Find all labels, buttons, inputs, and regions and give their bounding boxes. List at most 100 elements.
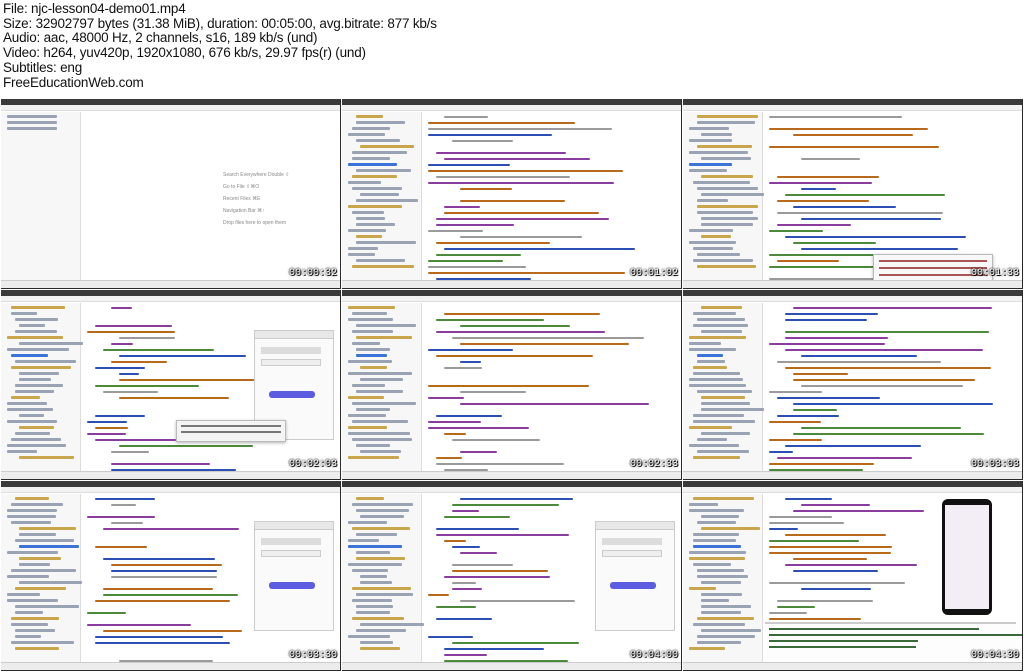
- code-editor[interactable]: [765, 303, 1016, 477]
- project-tree-item[interactable]: [11, 623, 48, 626]
- project-tree-item[interactable]: [7, 450, 38, 453]
- project-tree-item[interactable]: [352, 342, 381, 345]
- project-tree-item[interactable]: [693, 420, 755, 423]
- project-sidebar[interactable]: [683, 112, 765, 280]
- project-tree-item[interactable]: [360, 581, 392, 584]
- video-thumbnail[interactable]: Search Everywhere Double ⇧ Go to File ⇧⌘O…: [1, 99, 341, 289]
- project-tree-item[interactable]: [19, 563, 50, 566]
- project-tree-item[interactable]: [356, 557, 405, 560]
- project-tree-item[interactable]: [352, 265, 415, 268]
- preview-toolbar[interactable]: [255, 522, 333, 530]
- project-tree-item[interactable]: [689, 348, 736, 351]
- project-tree-item[interactable]: [348, 253, 376, 256]
- project-tree-item[interactable]: [348, 563, 403, 566]
- project-tree-item[interactable]: [348, 521, 388, 524]
- project-tree-item[interactable]: [689, 551, 747, 554]
- project-tree-item[interactable]: [693, 259, 753, 262]
- project-tree-item[interactable]: [701, 581, 741, 584]
- project-tree-item[interactable]: [693, 623, 745, 626]
- project-tree-item[interactable]: [19, 533, 56, 536]
- project-tree-item[interactable]: [701, 223, 754, 226]
- project-tree-item[interactable]: [7, 348, 70, 351]
- project-tree-item[interactable]: [7, 593, 40, 596]
- project-tree-item[interactable]: [693, 533, 739, 536]
- project-tree-item[interactable]: [352, 157, 390, 160]
- project-tree-item[interactable]: [356, 509, 409, 512]
- project-tree-item[interactable]: [19, 378, 51, 381]
- project-tree-item[interactable]: [360, 145, 415, 148]
- project-tree-item[interactable]: [11, 569, 76, 572]
- project-tree-item[interactable]: [697, 438, 728, 441]
- project-tree-item[interactable]: [348, 432, 411, 435]
- project-tree-item[interactable]: [19, 414, 45, 417]
- project-tree-item[interactable]: [356, 605, 394, 608]
- project-tree-item[interactable]: [356, 390, 403, 393]
- project-tree-item[interactable]: [689, 444, 740, 447]
- project-tree-item[interactable]: [356, 324, 417, 327]
- project-tree-item[interactable]: [352, 127, 390, 130]
- project-tree-item[interactable]: [11, 312, 38, 315]
- project-tree-item[interactable]: [11, 503, 63, 506]
- ide-toolbar[interactable]: [1, 296, 340, 302]
- project-tree-item[interactable]: [689, 241, 737, 244]
- project-sidebar[interactable]: [342, 112, 422, 280]
- project-tree-item[interactable]: [348, 229, 386, 232]
- project-tree-item[interactable]: [7, 599, 59, 602]
- project-tree-item[interactable]: [7, 515, 57, 518]
- ide-toolbar[interactable]: [342, 487, 681, 493]
- project-tree-item[interactable]: [15, 647, 59, 650]
- project-tree-item[interactable]: [7, 444, 66, 447]
- video-thumbnail[interactable]: 00:03:30: [1, 481, 341, 671]
- project-tree-item[interactable]: [15, 384, 63, 387]
- code-editor[interactable]: [424, 112, 675, 286]
- project-tree-item[interactable]: [352, 402, 417, 405]
- preview-toolbar[interactable]: [596, 522, 674, 530]
- project-tree-item[interactable]: [356, 139, 400, 142]
- project-tree-item[interactable]: [352, 151, 407, 154]
- project-tree-item[interactable]: [7, 121, 57, 124]
- video-thumbnail[interactable]: 00:02:33: [342, 290, 682, 480]
- compose-preview-panel[interactable]: [254, 521, 334, 631]
- project-tree-item[interactable]: [15, 539, 74, 542]
- project-tree-item[interactable]: [697, 121, 755, 124]
- project-tree-item[interactable]: [697, 211, 753, 214]
- video-thumbnail[interactable]: 00:02:03: [1, 290, 341, 480]
- project-tree-item[interactable]: [352, 312, 387, 315]
- project-tree-item[interactable]: [348, 545, 403, 548]
- project-tree-item[interactable]: [19, 545, 79, 548]
- project-tree-item[interactable]: [360, 378, 403, 381]
- project-tree-item[interactable]: [19, 324, 45, 327]
- project-tree-item[interactable]: [701, 235, 732, 238]
- project-tree-item[interactable]: [352, 187, 402, 190]
- project-tree-item[interactable]: [356, 241, 416, 244]
- project-tree-item[interactable]: [697, 205, 759, 208]
- project-tree-item[interactable]: [348, 360, 393, 363]
- project-tree-item[interactable]: [701, 527, 760, 530]
- project-tree-item[interactable]: [693, 181, 750, 184]
- project-tree-item[interactable]: [693, 312, 737, 315]
- video-thumbnail[interactable]: 00:03:03: [683, 290, 1023, 480]
- project-tree-item[interactable]: [356, 115, 384, 118]
- project-tree-item[interactable]: [352, 587, 411, 590]
- project-tree-item[interactable]: [7, 551, 58, 554]
- project-tree-item[interactable]: [701, 330, 742, 333]
- project-tree-item[interactable]: [360, 450, 402, 453]
- project-tree-item[interactable]: [348, 205, 402, 208]
- project-tree-item[interactable]: [356, 217, 385, 220]
- project-tree-item[interactable]: [348, 372, 412, 375]
- project-tree-item[interactable]: [356, 199, 419, 202]
- project-tree-item[interactable]: [15, 605, 80, 608]
- project-tree-item[interactable]: [11, 396, 40, 399]
- project-tree-item[interactable]: [689, 169, 727, 172]
- project-tree-item[interactable]: [697, 390, 753, 393]
- project-tree-item[interactable]: [348, 306, 396, 309]
- project-tree-item[interactable]: [689, 384, 747, 387]
- project-tree-item[interactable]: [352, 569, 388, 572]
- project-tree-item[interactable]: [348, 414, 387, 417]
- project-tree-item[interactable]: [693, 372, 741, 375]
- project-tree-item[interactable]: [356, 593, 414, 596]
- project-tree-item[interactable]: [7, 402, 48, 405]
- project-tree-item[interactable]: [356, 551, 391, 554]
- project-tree-item[interactable]: [689, 163, 732, 166]
- project-tree-item[interactable]: [356, 629, 407, 632]
